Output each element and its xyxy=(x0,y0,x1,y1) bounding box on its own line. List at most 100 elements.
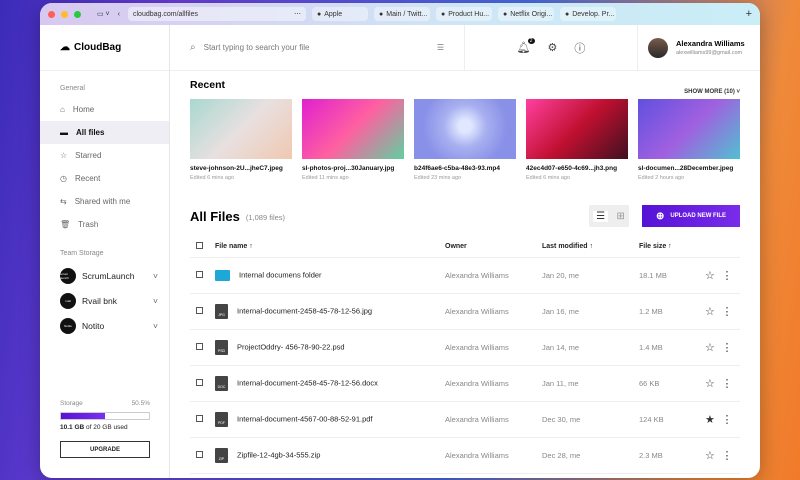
table-row[interactable]: DOC Internal-document-2458-45-78-12-56.do… xyxy=(190,365,740,402)
browser-tab[interactable]: ● Product Hu... xyxy=(436,7,492,21)
show-more-button[interactable]: SHOW MORE (10) ˅ xyxy=(684,89,740,95)
notification-badge: 2 xyxy=(527,38,535,44)
chevron-down-icon[interactable]: ˅ xyxy=(153,296,158,306)
more-options-icon[interactable]: ⋮ xyxy=(721,437,740,474)
section-label: General xyxy=(60,85,85,92)
upgrade-button[interactable]: UPGRADE xyxy=(60,441,150,458)
recent-file-edited: Edited 6 mins ago xyxy=(526,175,571,181)
upload-new-file-button[interactable]: ⊕ UPLOAD NEW FILE xyxy=(642,205,740,227)
star-icon[interactable]: ☆ xyxy=(705,365,722,402)
star-icon[interactable]: ☆ xyxy=(705,293,722,330)
browser-tab[interactable]: ● Develop. Pr... xyxy=(560,7,616,21)
more-options-icon[interactable]: ⋮ xyxy=(721,401,740,438)
row-checkbox[interactable] xyxy=(196,378,203,386)
more-options-icon[interactable]: ⋮ xyxy=(721,329,740,366)
sidebar-item-all-files[interactable]: ▬ All files xyxy=(40,121,169,144)
search-bar[interactable]: ⌕ Start typing to search your file ☰ xyxy=(170,25,465,70)
back-icon[interactable]: ‹ xyxy=(118,11,120,18)
sidebar: ☁ CloudBag General ⌂ Home ▬ All files ☆ Starre… xyxy=(40,25,170,478)
file-modified: Jan 20, me xyxy=(542,257,639,294)
table-row[interactable]: ZIP Zipfile-12-4gb-34-555.zip Alexandra Wi… xyxy=(190,437,740,474)
gear-icon[interactable]: ⚙ xyxy=(548,41,558,54)
row-checkbox[interactable] xyxy=(196,342,203,350)
file-jpg-icon: JPG xyxy=(215,303,228,319)
recent-file-name: steve-johnson-2U...jheC7.jpeg xyxy=(190,165,283,172)
chevron-down-icon[interactable]: ˅ xyxy=(153,321,158,331)
team-item[interactable]: Notito Notito ˅ xyxy=(40,313,169,338)
more-options-icon[interactable]: ⋮ xyxy=(721,365,740,402)
storage-label: Storage xyxy=(60,400,83,407)
recent-file-name: 42ec4d07-e650-4c69...jh3.png xyxy=(526,165,618,172)
storage-widget: Storage 50.5% 10.1 GB of 20 GB used UPGRA… xyxy=(60,400,150,458)
search-input[interactable]: Start typing to search your file xyxy=(204,43,310,52)
column-last-modified[interactable]: Last modified ↑ xyxy=(542,237,639,258)
file-modified: Jan 16, me xyxy=(542,293,639,330)
file-name[interactable]: Zipfile-12-4gb-34-555.zip xyxy=(237,450,320,459)
file-name[interactable]: Internal documens folder xyxy=(239,270,322,279)
chevron-down-icon[interactable]: ˅ xyxy=(153,271,158,281)
more-icon[interactable]: ⋯ xyxy=(294,10,301,18)
filter-icon[interactable]: ☰ xyxy=(437,43,444,52)
sidebar-item-home[interactable]: ⌂ Home xyxy=(40,98,169,121)
browser-tab[interactable]: ● Apple xyxy=(312,7,368,21)
row-checkbox[interactable] xyxy=(196,450,203,458)
row-checkbox[interactable] xyxy=(196,414,203,422)
new-tab-button[interactable]: + xyxy=(746,8,752,20)
row-checkbox[interactable] xyxy=(196,270,203,278)
user-profile[interactable]: Alexandra Williams alexwilliams99@gmail.c… xyxy=(638,37,745,58)
sidebar-item-recent[interactable]: ◷ Recent xyxy=(40,167,169,190)
search-icon: ⌕ xyxy=(190,42,196,53)
star-icon[interactable]: ☆ xyxy=(705,257,722,294)
recent-file-card[interactable]: sl-documen...28December.jpeg Edited 2 hou… xyxy=(638,99,740,181)
recent-file-card[interactable]: steve-johnson-2U...jheC7.jpeg Edited 6 mi… xyxy=(190,99,292,181)
recent-file-card[interactable]: sl-photos-proj...30January.jpg Edited 11 … xyxy=(302,99,404,181)
team-item[interactable]: rvail Rvail bnk ˅ xyxy=(40,288,169,313)
file-name[interactable]: Internal-document-2458-45-78-12-56.docx xyxy=(237,378,378,387)
row-checkbox[interactable] xyxy=(196,306,203,314)
browser-window: ▭ ˅ ‹ cloudbag.com/allfiles ⋯ ● Apple ● Main… xyxy=(40,3,760,478)
file-name[interactable]: ProjectOddry- 456-78-90-22.psd xyxy=(237,342,345,351)
list-view-icon[interactable]: ☰ xyxy=(593,210,609,222)
recent-file-card[interactable]: b24f6ae6-c5ba-48e3-93.mp4 Edited 23 mins … xyxy=(414,99,516,181)
recent-file-card[interactable]: 42ec4d07-e650-4c69...jh3.png Edited 6 min… xyxy=(526,99,628,181)
file-name[interactable]: Internal-document-2458-45-78-12-56.jpg xyxy=(237,306,372,315)
column-file-size[interactable]: File size ↑ xyxy=(639,237,705,258)
file-name[interactable]: Internal-document-4567-00-88-52-91.pdf xyxy=(237,414,373,423)
table-row[interactable]: PDF Internal-document-4567-00-88-52-91.pd… xyxy=(190,401,740,438)
avatar xyxy=(648,37,668,58)
table-row[interactable]: PSD ProjectOddry- 456-78-90-22.psd Alexand… xyxy=(190,329,740,366)
cloud-icon: ☁ xyxy=(60,42,70,53)
table-row[interactable]: JPG Internal-document-2458-45-78-12-56.jp… xyxy=(190,293,740,330)
sidebar-item-starred[interactable]: ☆ Starred xyxy=(40,144,169,167)
grid-view-icon[interactable]: ⊞ xyxy=(616,211,624,222)
column-owner[interactable]: Owner xyxy=(445,237,542,258)
address-bar[interactable]: cloudbag.com/allfiles ⋯ xyxy=(128,7,306,21)
sidebar-toggle-icon[interactable]: ▭ ˅ xyxy=(97,10,110,18)
minimize-window-button[interactable] xyxy=(61,10,68,18)
star-icon[interactable]: ☆ xyxy=(705,329,722,366)
recent-file-name: sl-documen...28December.jpeg xyxy=(638,165,734,172)
browser-tab[interactable]: ● Netflix Origi... xyxy=(498,7,554,21)
maximize-window-button[interactable] xyxy=(74,10,81,18)
select-all-checkbox[interactable] xyxy=(196,242,203,250)
help-icon[interactable]: ⓘ xyxy=(574,40,585,56)
file-pdf-icon: PDF xyxy=(215,411,228,427)
column-file-name[interactable]: File name ↑ xyxy=(215,237,445,258)
sidebar-item-trash[interactable]: 🗑︎ Trash xyxy=(40,213,169,236)
star-icon[interactable]: ☆ xyxy=(705,437,722,474)
more-options-icon[interactable]: ⋮ xyxy=(721,293,740,330)
team-item[interactable]: scrum launch ScrumLaunch ˅ xyxy=(40,263,169,288)
star-filled-icon[interactable]: ★ xyxy=(705,401,722,438)
file-size: 1.4 MB xyxy=(639,329,705,366)
folder-icon: ▬ xyxy=(60,128,68,137)
file-size: 1.2 MB xyxy=(639,293,705,330)
more-options-icon[interactable]: ⋮ xyxy=(721,257,740,294)
bell-icon[interactable]: 🔔︎ 2 xyxy=(517,38,535,54)
storage-percent: 50.5% xyxy=(131,400,150,407)
close-window-button[interactable] xyxy=(48,10,55,18)
recent-file-name: b24f6ae6-c5ba-48e3-93.mp4 xyxy=(414,165,500,172)
browser-tab[interactable]: ● Main / Twitt... xyxy=(374,7,430,21)
file-doc-icon: DOC xyxy=(215,375,228,391)
sidebar-item-shared-with-me[interactable]: ⇆ Shared with me xyxy=(40,190,169,213)
table-row[interactable]: Internal documens folder Alexandra Willia… xyxy=(190,257,740,294)
